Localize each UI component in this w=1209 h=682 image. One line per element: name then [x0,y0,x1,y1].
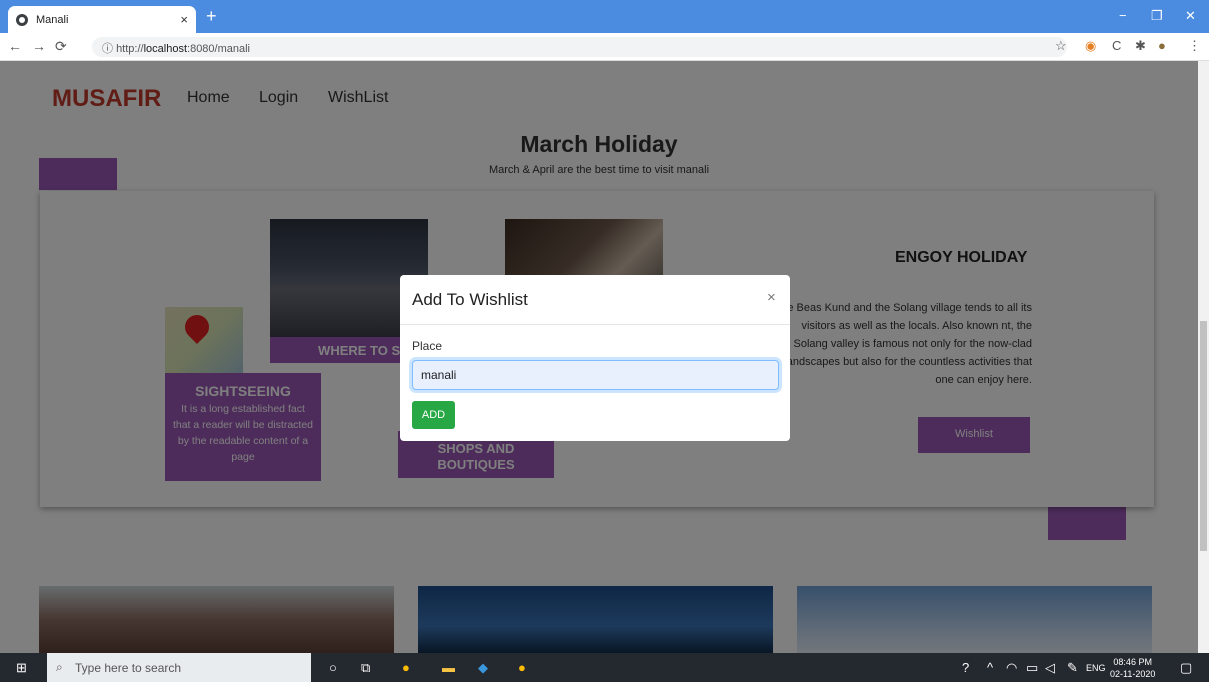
extension-c-icon[interactable]: C [1112,38,1121,53]
tab-title: Manali [36,13,69,26]
taskbar-search[interactable]: ⌕ Type here to search [47,653,311,682]
menu-dots-icon[interactable]: ⋮ [1188,38,1201,54]
forward-arrow-icon[interactable]: → [32,38,46,54]
chrome-icon[interactable]: ● [402,660,410,675]
clock-date: 02-11-2020 [1110,669,1156,679]
url-input[interactable]: ⓘ http://localhost:8080/manali [92,37,1067,57]
tray-chevron-icon[interactable]: ^ [987,660,993,675]
windows-start-icon[interactable]: ⊞ [16,660,27,676]
extension-icon[interactable]: ◉ [1085,38,1096,54]
battery-icon[interactable]: ▭ [1026,660,1038,676]
modal-title: Add To Wishlist [412,290,528,309]
modal-close-icon[interactable]: × [767,289,776,306]
url-path: :8080/manali [187,43,251,55]
avatar-icon[interactable]: ● [1158,38,1166,53]
browser-window: Manali × + − ❐ ✕ ← → ⟳ ⓘ http://localhos… [0,0,1209,682]
search-icon: ⌕ [56,660,63,674]
pen-icon[interactable]: ✎ [1067,660,1078,676]
close-window-icon[interactable]: ✕ [1185,8,1196,24]
vscode-icon[interactable]: ◆ [478,660,488,676]
tab-close-icon[interactable]: × [180,12,188,27]
scrollbar-thumb[interactable] [1200,321,1207,551]
place-label: Place [412,339,443,353]
star-icon[interactable]: ☆ [1055,38,1067,54]
modal-header: Add To Wishlist × [400,275,790,325]
globe-icon [16,13,28,26]
url-prefix: http:// [116,43,144,55]
place-input[interactable] [412,360,779,390]
scrollbar[interactable] [1198,61,1209,653]
new-tab-button[interactable]: + [206,7,217,25]
network-icon[interactable]: ◠ [1006,660,1017,676]
help-icon[interactable]: ? [962,660,969,675]
clock[interactable]: 08:46 PM 02-11-2020 [1110,656,1155,680]
search-placeholder: Type here to search [75,661,182,675]
language-indicator[interactable]: ENG [1086,663,1106,673]
minimize-icon[interactable]: − [1119,8,1127,23]
taskbar: ⊞ ⌕ Type here to search ○ ⧉ ● ▬ ◆ ● ? ^ … [0,653,1209,682]
cortana-icon[interactable]: ○ [329,660,337,675]
add-button[interactable]: ADD [412,401,455,429]
back-arrow-icon[interactable]: ← [8,38,22,54]
maximize-icon[interactable]: ❐ [1151,8,1163,24]
file-explorer-icon[interactable]: ▬ [442,660,455,675]
notification-icon[interactable]: ▢ [1180,660,1192,676]
page-content: MUSAFIR Home Login WishList March Holida… [0,61,1198,653]
task-view-icon[interactable]: ⧉ [361,660,370,676]
puzzle-icon[interactable]: ✱ [1135,38,1146,54]
reload-icon[interactable]: ⟳ [55,38,67,55]
info-icon: ⓘ [102,43,117,55]
url-host: localhost [143,43,188,55]
browser-tab[interactable]: Manali × [8,6,196,33]
tab-strip: Manali × + − ❐ ✕ [0,0,1209,33]
address-bar: ← → ⟳ ⓘ http://localhost:8080/manali ☆ ◉… [0,33,1209,61]
clock-time: 08:46 PM [1113,657,1152,667]
add-wishlist-modal: Add To Wishlist × Place ADD [400,275,790,441]
chrome-active-icon[interactable]: ● [518,660,526,675]
volume-icon[interactable]: ◁ [1045,660,1055,676]
